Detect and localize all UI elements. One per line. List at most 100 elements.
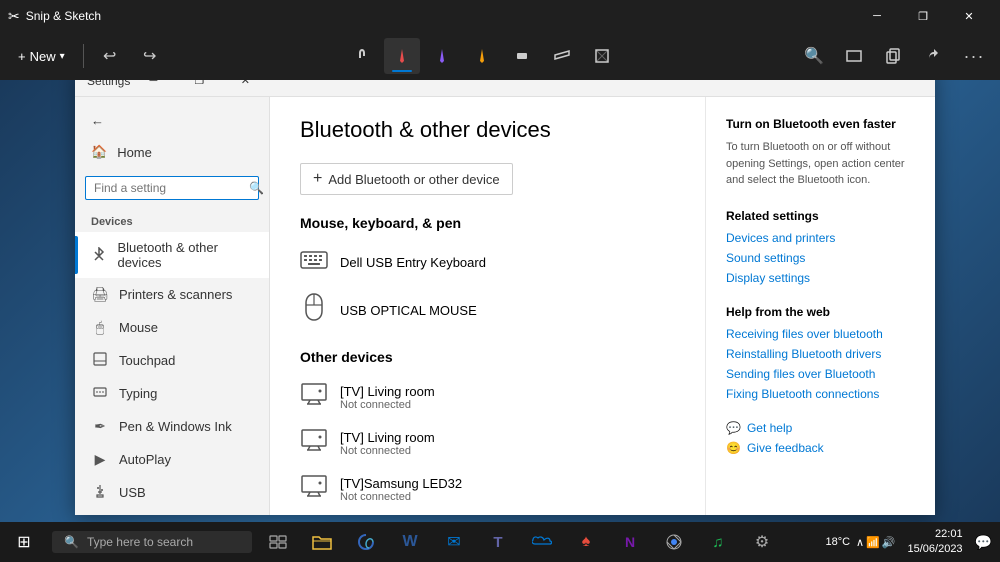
keyboard-device-icon [300, 249, 328, 275]
receiving-files-link[interactable]: Receiving files over bluetooth [726, 327, 915, 341]
fixing-connections-link[interactable]: Fixing Bluetooth connections [726, 387, 915, 401]
file-explorer-button[interactable] [300, 522, 344, 562]
sending-files-link[interactable]: Sending files over Bluetooth [726, 367, 915, 381]
taskview-button[interactable] [256, 522, 300, 562]
undo-button[interactable]: ↩ [92, 38, 128, 74]
home-label: Home [117, 145, 152, 160]
tv2-icon [300, 429, 328, 457]
taskbar-clock[interactable]: 22:01 15/06/2023 [902, 527, 969, 558]
sidebar-item-usb-label: USB [119, 485, 146, 500]
chrome-button[interactable] [652, 522, 696, 562]
new-button[interactable]: + New ▾ [8, 43, 75, 70]
maximize-button[interactable]: ❐ [900, 0, 946, 32]
volume-icon[interactable]: 🔊 [882, 536, 896, 549]
taskbar-search-icon: 🔍 [64, 535, 79, 549]
tv1-device-item: [TV] Living room Not connected [300, 377, 675, 417]
sidebar-search-box[interactable]: 🔍 [85, 176, 259, 200]
taskbar-search-box[interactable]: 🔍 Type here to search [52, 531, 252, 553]
sidebar-item-printers[interactable]: 🖨 Printers & scanners [75, 278, 269, 311]
onedrive-button[interactable] [520, 522, 564, 562]
keyboard-device-name: Dell USB Entry Keyboard [340, 255, 486, 270]
onenote-button[interactable]: N [608, 522, 652, 562]
sidebar-item-touchpad[interactable]: Touchpad [75, 344, 269, 377]
wifi-icon[interactable]: 📶 [866, 536, 880, 549]
start-button[interactable]: ⊞ [0, 522, 48, 562]
chevron-tray-icon[interactable]: ∧ [856, 536, 864, 549]
spotify-button[interactable]: ♫ [696, 522, 740, 562]
sidebar-item-autoplay[interactable]: ▶ AutoPlay [75, 443, 269, 476]
mouse-icon: 🖱 [91, 319, 109, 336]
pen-icon: ✒ [91, 418, 109, 435]
word-button[interactable]: W [388, 522, 432, 562]
sidebar-home-item[interactable]: 🏠 Home [75, 136, 269, 168]
clock-time: 22:01 [908, 527, 963, 542]
sidebar-item-bluetooth[interactable]: Bluetooth & other devices [75, 232, 269, 278]
mouse-keyboard-section-heading: Mouse, keyboard, & pen [300, 215, 675, 231]
settings-sidebar: ← 🏠 Home 🔍 Devices Bluetooth & other dev… [75, 97, 270, 515]
get-help-row: 💬 Get help [726, 421, 915, 435]
get-help-section: 💬 Get help 😊 Give feedback [726, 421, 915, 455]
sidebar-back-button[interactable]: ← [75, 105, 269, 136]
ruler-tool-button[interactable] [544, 38, 580, 74]
edge-button[interactable] [344, 522, 388, 562]
bluetooth-icon [91, 247, 107, 264]
close-button[interactable]: ✕ [946, 0, 992, 32]
tv2-device-status: Not connected [340, 445, 435, 457]
devices-printers-link[interactable]: Devices and printers [726, 231, 915, 245]
sidebar-item-pen[interactable]: ✒ Pen & Windows Ink [75, 410, 269, 443]
pencil-tool-button[interactable] [424, 38, 460, 74]
sidebar-search-input[interactable] [94, 181, 249, 195]
samsung1-icon [300, 475, 328, 503]
touchpad-icon [91, 352, 109, 369]
snip-toolbar: + New ▾ ↩ ↪ 🔍 [0, 32, 1000, 80]
solitaire-button[interactable]: ♠ [564, 522, 608, 562]
sidebar-item-mouse-label: Mouse [119, 320, 158, 335]
display-settings-link[interactable]: Display settings [726, 271, 915, 285]
highlighter-tool-button[interactable] [464, 38, 500, 74]
copy-button[interactable] [876, 38, 912, 74]
reinstalling-drivers-link[interactable]: Reinstalling Bluetooth drivers [726, 347, 915, 361]
help-title: Help from the web [726, 305, 915, 319]
tv2-device-item: [TV] Living room Not connected [300, 423, 675, 463]
sidebar-item-usb[interactable]: USB [75, 476, 269, 509]
add-device-row: + Add Bluetooth or other device [300, 163, 675, 195]
search-icon: 🔍 [249, 181, 264, 195]
aspect-button[interactable] [836, 38, 872, 74]
settings-window: Settings ─ ❐ ✕ ← 🏠 Home 🔍 Devices [75, 65, 935, 515]
tv1-device-name: [TV] Living room [340, 384, 435, 399]
notification-icon[interactable]: 💬 [975, 534, 992, 551]
sidebar-item-typing[interactable]: Typing [75, 377, 269, 410]
toolbar-center [168, 38, 796, 74]
content-pane: Bluetooth & other devices + Add Bluetoot… [270, 97, 705, 515]
samsung1-device-item: [TV]Samsung LED32 Not connected [300, 469, 675, 509]
add-device-button[interactable]: + Add Bluetooth or other device [300, 163, 513, 195]
settings-body: ← 🏠 Home 🔍 Devices Bluetooth & other dev… [75, 97, 935, 515]
overflow-button[interactable]: ··· [956, 38, 992, 74]
redo-button[interactable]: ↪ [132, 38, 168, 74]
zoom-button[interactable]: 🔍 [796, 38, 832, 74]
teams-button[interactable]: T [476, 522, 520, 562]
sidebar-item-mouse[interactable]: 🖱 Mouse [75, 311, 269, 344]
titlebar-controls: ─ ❐ ✕ [854, 0, 992, 32]
sound-settings-link[interactable]: Sound settings [726, 251, 915, 265]
mouse-device-info: USB OPTICAL MOUSE [340, 303, 477, 318]
crop-tool-button[interactable] [584, 38, 620, 74]
eraser-tool-button[interactable] [504, 38, 540, 74]
touch-tool-button[interactable] [344, 38, 380, 74]
give-feedback-icon: 😊 [726, 441, 741, 455]
share-button[interactable] [916, 38, 952, 74]
mail-button[interactable]: ✉ [432, 522, 476, 562]
bluetooth-faster-section: Turn on Bluetooth even faster To turn Bl… [726, 117, 915, 189]
ballpoint-tool-button[interactable] [384, 38, 420, 74]
clock-date: 15/06/2023 [908, 542, 963, 557]
sidebar-item-pen-label: Pen & Windows Ink [119, 419, 232, 434]
taskbar-weather-temp: 18°C [825, 536, 850, 548]
settings-taskbar-button[interactable]: ⚙ [740, 522, 784, 562]
sidebar-item-typing-label: Typing [119, 386, 157, 401]
help-section: Help from the web Receiving files over b… [726, 305, 915, 401]
sidebar-item-touchpad-label: Touchpad [119, 353, 175, 368]
minimize-button[interactable]: ─ [854, 0, 900, 32]
get-help-link[interactable]: Get help [747, 421, 792, 435]
give-feedback-link[interactable]: Give feedback [747, 441, 824, 455]
back-icon: ← [91, 113, 104, 128]
